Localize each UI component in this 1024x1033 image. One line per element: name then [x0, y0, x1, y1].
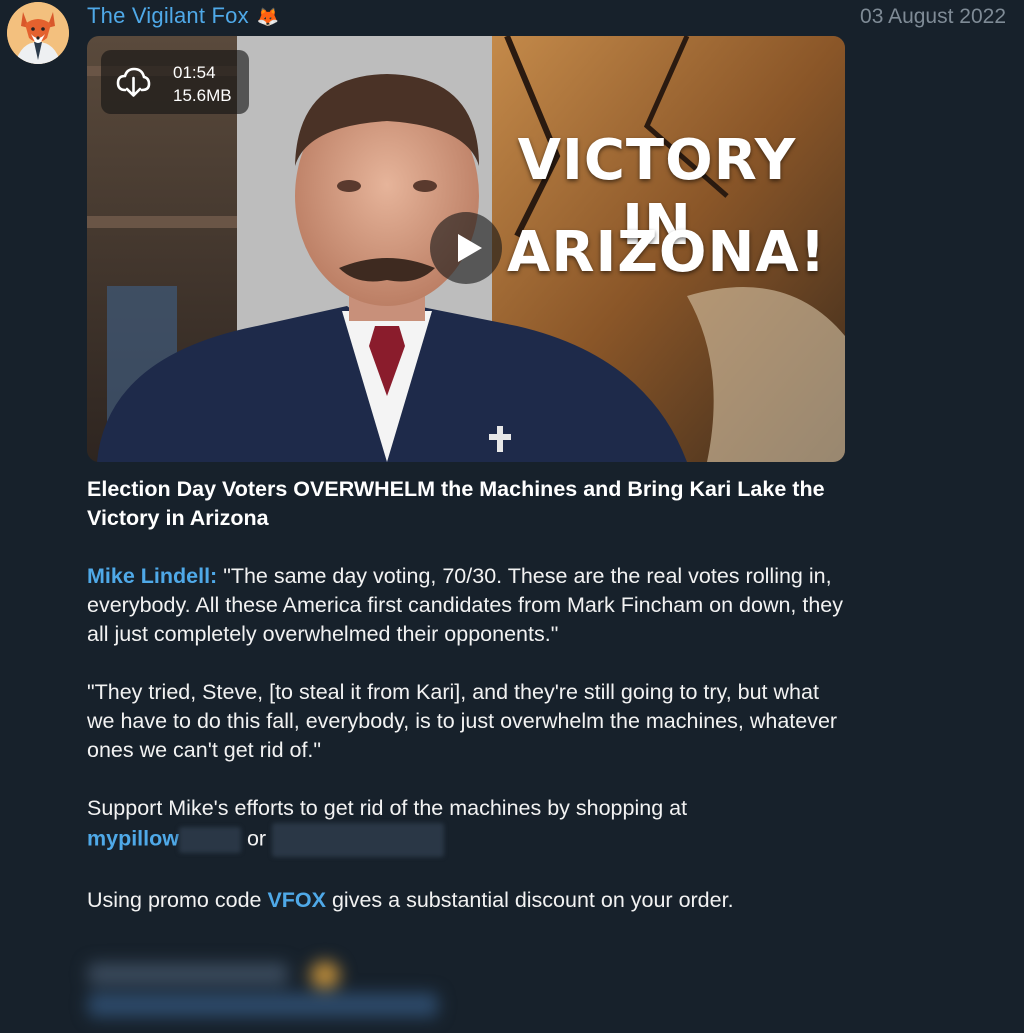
promo-after: gives a substantial discount on your ord…	[326, 888, 734, 912]
promo-code: VFOX	[267, 888, 326, 912]
support-text: Support Mike's efforts to get rid of the…	[87, 796, 688, 820]
video-duration: 01:54	[173, 63, 216, 82]
channel-name[interactable]: The Vigilant Fox 🦊	[87, 3, 279, 29]
channel-name-text: The Vigilant Fox	[87, 3, 249, 28]
support-paragraph: Support Mike's efforts to get rid of the…	[87, 794, 847, 857]
channel-avatar[interactable]	[7, 2, 69, 64]
fox-emoji-icon: 🦊	[256, 7, 280, 27]
video-size: 15.6MB	[173, 86, 232, 105]
quote2-paragraph: "They tried, Steve, [to steal it from Ka…	[87, 680, 838, 762]
quote1-paragraph: Mike Lindell: "The same day voting, 70/3…	[87, 562, 847, 649]
play-icon	[458, 234, 482, 262]
message-date: 03 August 2022	[860, 5, 1006, 28]
blurred-emoji	[310, 961, 340, 989]
cloud-download-icon[interactable]	[115, 64, 151, 100]
redacted-link-2[interactable]	[272, 823, 445, 857]
promo-paragraph: Using promo code VFOX gives a substantia…	[87, 886, 847, 915]
video-thumbnail[interactable]: VICTORY IN ARIZONA! 01:54 15.6MB	[87, 36, 845, 462]
message-text: Election Day Voters OVERWHELM the Machin…	[87, 475, 847, 915]
blurred-block	[88, 963, 288, 985]
blurred-footer	[82, 955, 452, 1025]
blurred-link	[88, 993, 438, 1017]
message-title: Election Day Voters OVERWHELM the Machin…	[87, 477, 825, 530]
fox-avatar-icon	[7, 2, 69, 64]
speaker-mention[interactable]: Mike Lindell:	[87, 564, 217, 588]
video-overlay-line2: ARIZONA!	[507, 220, 827, 285]
or-text: or	[246, 826, 267, 851]
promo-before: Using promo code	[87, 888, 268, 912]
mypillow-link[interactable]: mypillow	[87, 827, 179, 851]
download-badge[interactable]: 01:54 15.6MB	[101, 50, 249, 114]
redacted-link-1[interactable]	[178, 827, 241, 853]
play-button[interactable]	[430, 212, 502, 284]
